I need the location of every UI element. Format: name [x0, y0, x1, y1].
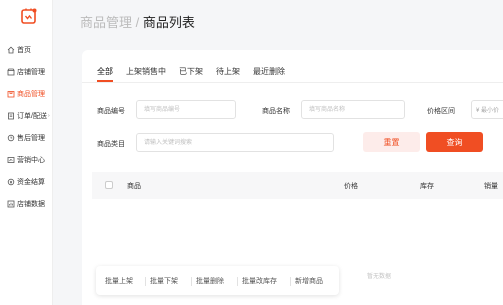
bulk-edit-stock-button[interactable]: 批量改库存: [242, 276, 277, 286]
order-icon: [6, 112, 15, 121]
sidebar-item-label: 首页: [17, 47, 31, 54]
column-header-stock[interactable]: 库存: [420, 181, 434, 191]
divider: [237, 277, 238, 286]
price-min-placeholder: ¥ 最小价: [476, 108, 500, 114]
home-icon: [6, 46, 15, 55]
divider: [145, 277, 146, 286]
data-icon: [6, 200, 15, 209]
page-title: 商品列表: [142, 15, 195, 30]
tab-all[interactable]: 全部: [97, 66, 113, 82]
name-input[interactable]: [301, 100, 405, 119]
sidebar-item-label: 售后管理: [17, 135, 45, 142]
marketing-icon: [6, 156, 15, 165]
query-button[interactable]: 查询: [426, 132, 483, 152]
column-header-sales[interactable]: 销量: [484, 181, 498, 191]
bulk-list-button[interactable]: 批量上架: [105, 276, 133, 286]
add-goods-button[interactable]: 新增商品: [295, 276, 323, 286]
sidebar-item-label: 店铺数据: [17, 201, 45, 208]
column-header-price[interactable]: 价格: [344, 181, 358, 191]
sidebar-item-label: 营销中心: [17, 157, 45, 164]
empty-state-text: 暂无数据: [367, 274, 392, 280]
tab-pending[interactable]: 待上架: [216, 66, 240, 80]
sidebar-item-label: 资金结算: [17, 179, 45, 186]
after-sale-icon: [6, 134, 15, 143]
reset-button[interactable]: 重置: [363, 132, 420, 152]
sidebar-item-finance[interactable]: 资金结算: [0, 175, 53, 189]
sidebar-item-store[interactable]: 店铺管理: [0, 65, 53, 79]
code-input[interactable]: [136, 100, 236, 119]
code-label: 商品编号: [97, 108, 125, 115]
divider: [191, 277, 192, 286]
breadcrumb-parent[interactable]: 商品管理: [80, 15, 132, 30]
sidebar: 首页 店铺管理 商品管理 订单/配送 › 售后管理 营销中心 资金结算 店铺数据: [0, 0, 53, 305]
breadcrumb-separator: /: [135, 15, 140, 30]
select-all-checkbox[interactable]: [105, 181, 113, 189]
sidebar-item-label: 店铺管理: [17, 69, 45, 76]
chevron-right-icon: ›: [47, 113, 50, 119]
finance-icon: [6, 178, 15, 187]
tab-recently-deleted[interactable]: 最近删除: [253, 66, 285, 80]
goods-icon: [6, 90, 15, 99]
tab-off-shelf[interactable]: 已下架: [179, 66, 203, 80]
category-search-input[interactable]: [136, 133, 334, 152]
status-tabs: 全部 上架销售中 已下架 待上架 最近删除: [97, 66, 298, 82]
tab-on-sale[interactable]: 上架销售中: [126, 66, 166, 80]
sidebar-item-data[interactable]: 店铺数据: [0, 197, 53, 211]
bulk-delete-button[interactable]: 批量删除: [196, 276, 224, 286]
category-label: 商品类目: [97, 141, 125, 148]
bulk-delist-button[interactable]: 批量下架: [150, 276, 178, 286]
divider: [290, 277, 291, 286]
price-label: 价格区间: [427, 108, 455, 115]
column-header-goods: 商品: [127, 183, 141, 190]
sidebar-item-marketing[interactable]: 营销中心: [0, 153, 53, 167]
shop-logo-icon: [21, 8, 37, 24]
table-header: [92, 172, 503, 199]
tab-divider: [82, 82, 503, 83]
sidebar-item-after-sale[interactable]: 售后管理: [0, 131, 53, 145]
store-icon: [6, 68, 15, 77]
sidebar-item-label: 商品管理: [17, 91, 45, 98]
price-min-input[interactable]: ¥ 最小价: [471, 100, 503, 119]
sidebar-item-home[interactable]: 首页: [0, 43, 53, 57]
sidebar-item-goods[interactable]: 商品管理: [0, 87, 53, 101]
breadcrumb: 商品管理 / 商品列表: [80, 12, 195, 31]
sidebar-item-order[interactable]: 订单/配送 ›: [0, 109, 53, 123]
sidebar-item-label: 订单/配送: [17, 113, 47, 120]
name-label: 商品名称: [262, 108, 290, 115]
